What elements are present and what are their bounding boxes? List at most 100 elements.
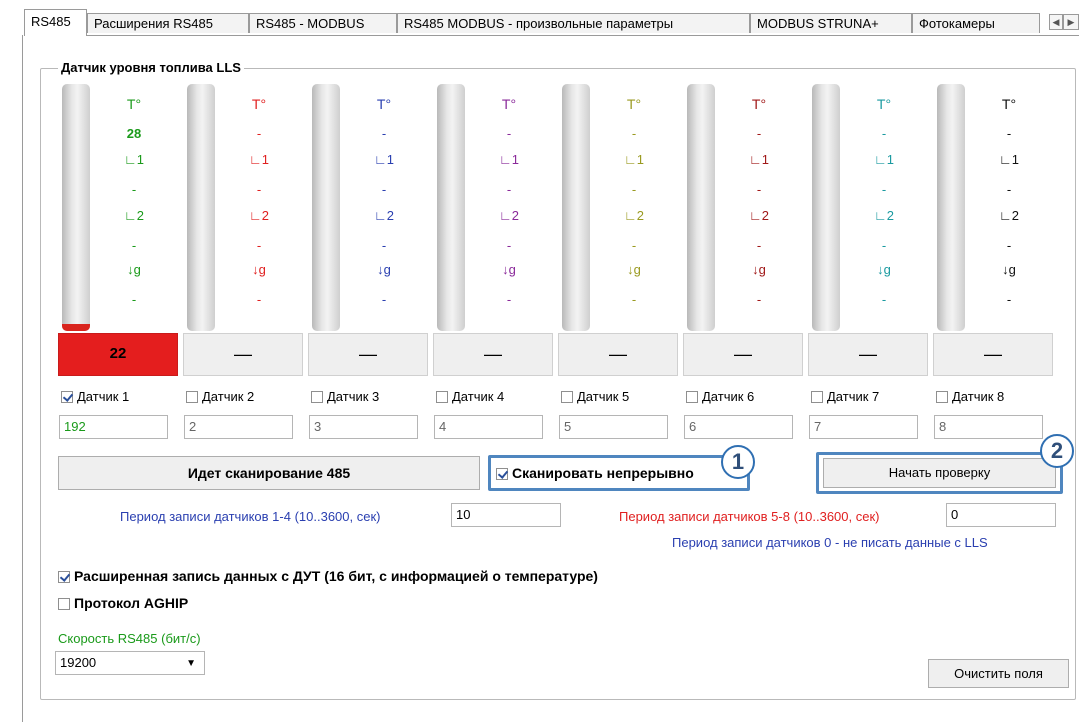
sensor-level1-value: -	[506, 182, 512, 197]
sensor-4-address-input[interactable]: 4	[434, 415, 543, 439]
sensor-level-button[interactable]: —	[558, 333, 678, 376]
continuous-scan-check-icon[interactable]	[496, 468, 508, 480]
sensor-level1-label: ∟1	[624, 152, 644, 167]
tab-rs485-extensions[interactable]: Расширения RS485	[87, 13, 249, 33]
sensor-7-address-input[interactable]: 7	[809, 415, 918, 439]
tab-scroll-left-icon[interactable]: ◀	[1049, 14, 1063, 30]
sensor-7-checkbox[interactable]: Датчик 7	[811, 389, 879, 405]
sensor-level-bar	[312, 84, 340, 331]
sensor-check-icon[interactable]	[561, 391, 573, 403]
sensor-check-icon[interactable]	[311, 391, 323, 403]
sensor-level1-value: -	[1006, 182, 1012, 197]
sensor-column-4: T° - ∟1 - ∟2 - ↓g - —	[433, 82, 553, 378]
sensor-level-bar	[937, 84, 965, 331]
sensor-level2-label: ∟2	[374, 208, 394, 223]
sensor-level1-value: -	[756, 182, 762, 197]
tab-modbus-struna[interactable]: MODBUS STRUNA+	[750, 13, 912, 33]
sensor-checkbox-label: Датчик 2	[202, 389, 255, 404]
period-5-8-input[interactable]: 0	[946, 503, 1056, 527]
extended-record-label: Расширенная запись данных с ДУТ (16 бит,…	[74, 568, 598, 584]
sensor-column-8: T° - ∟1 - ∟2 - ↓g - —	[933, 82, 1053, 378]
sensor-temp-label: T°	[126, 96, 142, 112]
sensor-1-address-input[interactable]: 192	[59, 415, 168, 439]
sensor-level1-value: -	[256, 182, 262, 197]
sensor-level-bar	[187, 84, 215, 331]
panel-border	[22, 35, 23, 722]
sensor-temp-value: -	[631, 126, 637, 141]
sensor-2-address-input[interactable]: 2	[184, 415, 293, 439]
sensor-checkbox-label: Датчик 1	[77, 389, 130, 404]
sensor-level-button[interactable]: —	[808, 333, 928, 376]
sensor-3-address-input[interactable]: 3	[309, 415, 418, 439]
sensor-g-value: -	[631, 292, 637, 307]
clear-fields-button[interactable]: Очистить поля	[928, 659, 1069, 688]
sensor-level1-value: -	[631, 182, 637, 197]
sensor-checkbox-label: Датчик 8	[952, 389, 1005, 404]
sensor-8-address-input[interactable]: 8	[934, 415, 1043, 439]
sensor-4-checkbox[interactable]: Датчик 4	[436, 389, 504, 405]
tab-scroll-right-icon[interactable]: ▶	[1063, 14, 1079, 30]
continuous-scan-checkbox[interactable]: Сканировать непрерывно	[496, 465, 694, 481]
sensor-temp-value: -	[256, 126, 262, 141]
sensor-g-value: -	[756, 292, 762, 307]
sensor-checkbox-label: Датчик 7	[827, 389, 880, 404]
start-check-button[interactable]: Начать проверку	[823, 458, 1056, 488]
sensor-5-address-input[interactable]: 5	[559, 415, 668, 439]
sensor-temp-label: T°	[501, 96, 517, 112]
sensor-display: T° - ∟1 - ∟2 - ↓g -	[558, 82, 678, 333]
sensor-level-button[interactable]: —	[308, 333, 428, 376]
sensor-g-label: ↓g	[752, 262, 766, 277]
sensor-checkbox-label: Датчик 5	[577, 389, 630, 404]
sensor-g-label: ↓g	[877, 262, 891, 277]
sensor-level1-value: -	[131, 182, 137, 197]
sensor-display: T° - ∟1 - ∟2 - ↓g -	[808, 82, 928, 333]
sensor-level-button[interactable]: —	[183, 333, 303, 376]
sensor-level1-value: -	[881, 182, 887, 197]
aghip-check-icon[interactable]	[58, 598, 70, 610]
sensor-level2-label: ∟2	[624, 208, 644, 223]
sensor-check-icon[interactable]	[811, 391, 823, 403]
sensor-g-label: ↓g	[252, 262, 266, 277]
tab-cameras[interactable]: Фотокамеры	[912, 13, 1040, 33]
sensor-level-bar	[62, 84, 90, 331]
sensor-column-2: T° - ∟1 - ∟2 - ↓g - —	[183, 82, 303, 378]
aghip-checkbox[interactable]: Протокол AGHIP	[58, 595, 188, 611]
sensor-g-value: -	[381, 292, 387, 307]
sensor-display: T° - ∟1 - ∟2 - ↓g -	[933, 82, 1053, 333]
sensor-check-icon[interactable]	[936, 391, 948, 403]
sensor-temp-label: T°	[376, 96, 392, 112]
sensor-g-value: -	[131, 292, 137, 307]
sensor-check-icon[interactable]	[686, 391, 698, 403]
sensor-6-address-input[interactable]: 6	[684, 415, 793, 439]
sensor-level1-label: ∟1	[999, 152, 1019, 167]
chevron-down-icon[interactable]: ▼	[186, 655, 196, 673]
sensor-temp-value: -	[1006, 126, 1012, 141]
extended-record-check-icon[interactable]	[58, 571, 70, 583]
sensor-2-checkbox[interactable]: Датчик 2	[186, 389, 254, 405]
sensor-3-checkbox[interactable]: Датчик 3	[311, 389, 379, 405]
sensor-6-checkbox[interactable]: Датчик 6	[686, 389, 754, 405]
sensor-display: T° - ∟1 - ∟2 - ↓g -	[308, 82, 428, 333]
tab-rs485-modbus[interactable]: RS485 - MODBUS	[249, 13, 397, 33]
sensor-level-button[interactable]: —	[683, 333, 803, 376]
speed-select[interactable]: 19200 ▼	[55, 651, 205, 675]
scan-status-button[interactable]: Идет сканирование 485	[58, 456, 480, 490]
sensor-level1-label: ∟1	[749, 152, 769, 167]
sensor-check-icon[interactable]	[61, 391, 73, 403]
sensor-level-button[interactable]: —	[933, 333, 1053, 376]
sensor-8-checkbox[interactable]: Датчик 8	[936, 389, 1004, 405]
period-1-4-input[interactable]: 10	[451, 503, 561, 527]
sensor-1-checkbox[interactable]: Датчик 1	[61, 389, 129, 405]
sensor-level-button[interactable]: 22	[58, 333, 178, 376]
sensor-5-checkbox[interactable]: Датчик 5	[561, 389, 629, 405]
sensor-level-button[interactable]: —	[433, 333, 553, 376]
tab-rs485[interactable]: RS485	[24, 9, 87, 36]
sensor-check-icon[interactable]	[436, 391, 448, 403]
sensor-level2-label: ∟2	[874, 208, 894, 223]
sensor-checkbox-label: Датчик 6	[702, 389, 755, 404]
sensor-level1-label: ∟1	[249, 152, 269, 167]
tab-rs485-modbus-custom[interactable]: RS485 MODBUS - произвольные параметры	[397, 13, 750, 33]
sensor-temp-value: -	[756, 126, 762, 141]
sensor-check-icon[interactable]	[186, 391, 198, 403]
extended-record-checkbox[interactable]: Расширенная запись данных с ДУТ (16 бит,…	[58, 568, 598, 584]
